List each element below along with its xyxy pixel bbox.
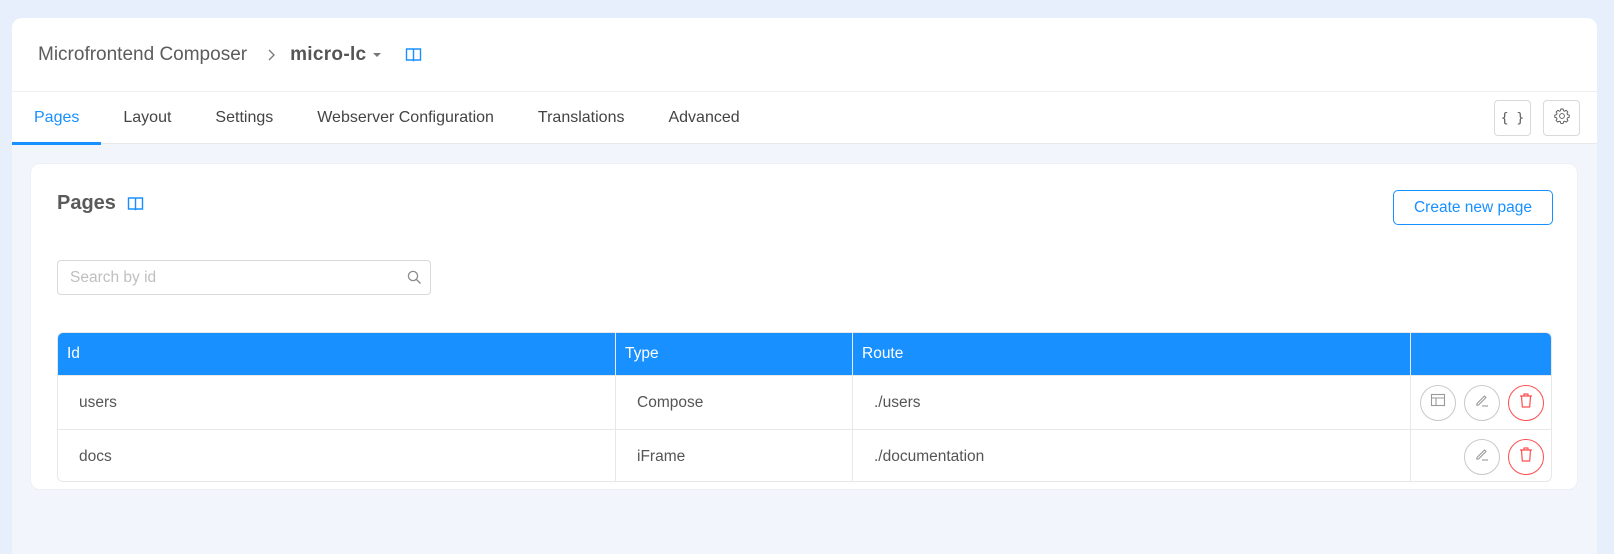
cell-actions	[1411, 376, 1551, 429]
pages-card: Pages Create new page Id Type Route user…	[30, 163, 1578, 490]
search-input[interactable]	[58, 261, 398, 294]
tab-webserver-configuration[interactable]: Webserver Configuration	[295, 92, 516, 144]
tab-pages[interactable]: Pages	[12, 92, 102, 145]
settings-button[interactable]	[1543, 100, 1580, 136]
column-header-id[interactable]: Id	[58, 333, 616, 375]
search-field	[57, 260, 431, 295]
tab-layout[interactable]: Layout	[101, 92, 193, 144]
tab-advanced[interactable]: Advanced	[646, 92, 761, 144]
pages-title: Pages	[57, 192, 116, 214]
edit-icon	[1474, 392, 1490, 413]
edit-layout-button[interactable]	[1420, 384, 1456, 421]
delete-icon	[1518, 392, 1534, 414]
pages-table: Id Type Route users Compose ./users docs…	[57, 332, 1552, 482]
table-row: docs iFrame ./documentation	[58, 429, 1551, 481]
column-header-type[interactable]: Type	[616, 333, 853, 375]
cell-id: docs	[58, 430, 616, 481]
edit-button[interactable]	[1464, 384, 1500, 421]
app-title[interactable]: Microfrontend Composer	[38, 44, 247, 66]
cell-type: Compose	[616, 376, 853, 429]
book-icon[interactable]	[127, 196, 144, 211]
table-row: users Compose ./users	[58, 375, 1551, 429]
chevron-right-icon	[267, 48, 276, 62]
cell-id: users	[58, 376, 616, 429]
delete-icon	[1518, 446, 1534, 468]
top-bar: Microfrontend Composer micro-lc Pages La…	[12, 18, 1597, 145]
tab-settings[interactable]: Settings	[193, 92, 295, 144]
column-header-actions	[1411, 333, 1551, 375]
cell-type: iFrame	[616, 430, 853, 481]
tab-bar: Pages Layout Settings Webserver Configur…	[12, 92, 762, 145]
breadcrumb: Microfrontend Composer micro-lc	[38, 18, 422, 91]
edit-icon	[1474, 446, 1490, 467]
gear-icon	[1553, 107, 1571, 129]
table-header: Id Type Route	[58, 333, 1551, 375]
project-selector[interactable]: micro-lc	[290, 43, 382, 66]
layout-icon	[1430, 393, 1446, 412]
json-view-button[interactable]: { }	[1494, 100, 1531, 136]
code-braces-icon: { }	[1500, 110, 1525, 126]
delete-button[interactable]	[1508, 384, 1544, 421]
delete-button[interactable]	[1508, 438, 1544, 475]
project-name: micro-lc	[290, 43, 367, 65]
app-shell: Microfrontend Composer micro-lc Pages La…	[12, 18, 1597, 554]
cell-route: ./documentation	[853, 430, 1411, 481]
search-icon[interactable]	[398, 270, 430, 285]
edit-button[interactable]	[1464, 438, 1500, 475]
column-header-route[interactable]: Route	[853, 333, 1411, 375]
cell-actions	[1411, 430, 1551, 481]
cell-route: ./users	[853, 376, 1411, 429]
caret-down-icon	[373, 52, 382, 57]
section-title: Pages	[57, 192, 144, 215]
create-new-page-button[interactable]: Create new page	[1393, 190, 1553, 225]
tab-translations[interactable]: Translations	[516, 92, 647, 144]
book-icon[interactable]	[405, 47, 422, 62]
